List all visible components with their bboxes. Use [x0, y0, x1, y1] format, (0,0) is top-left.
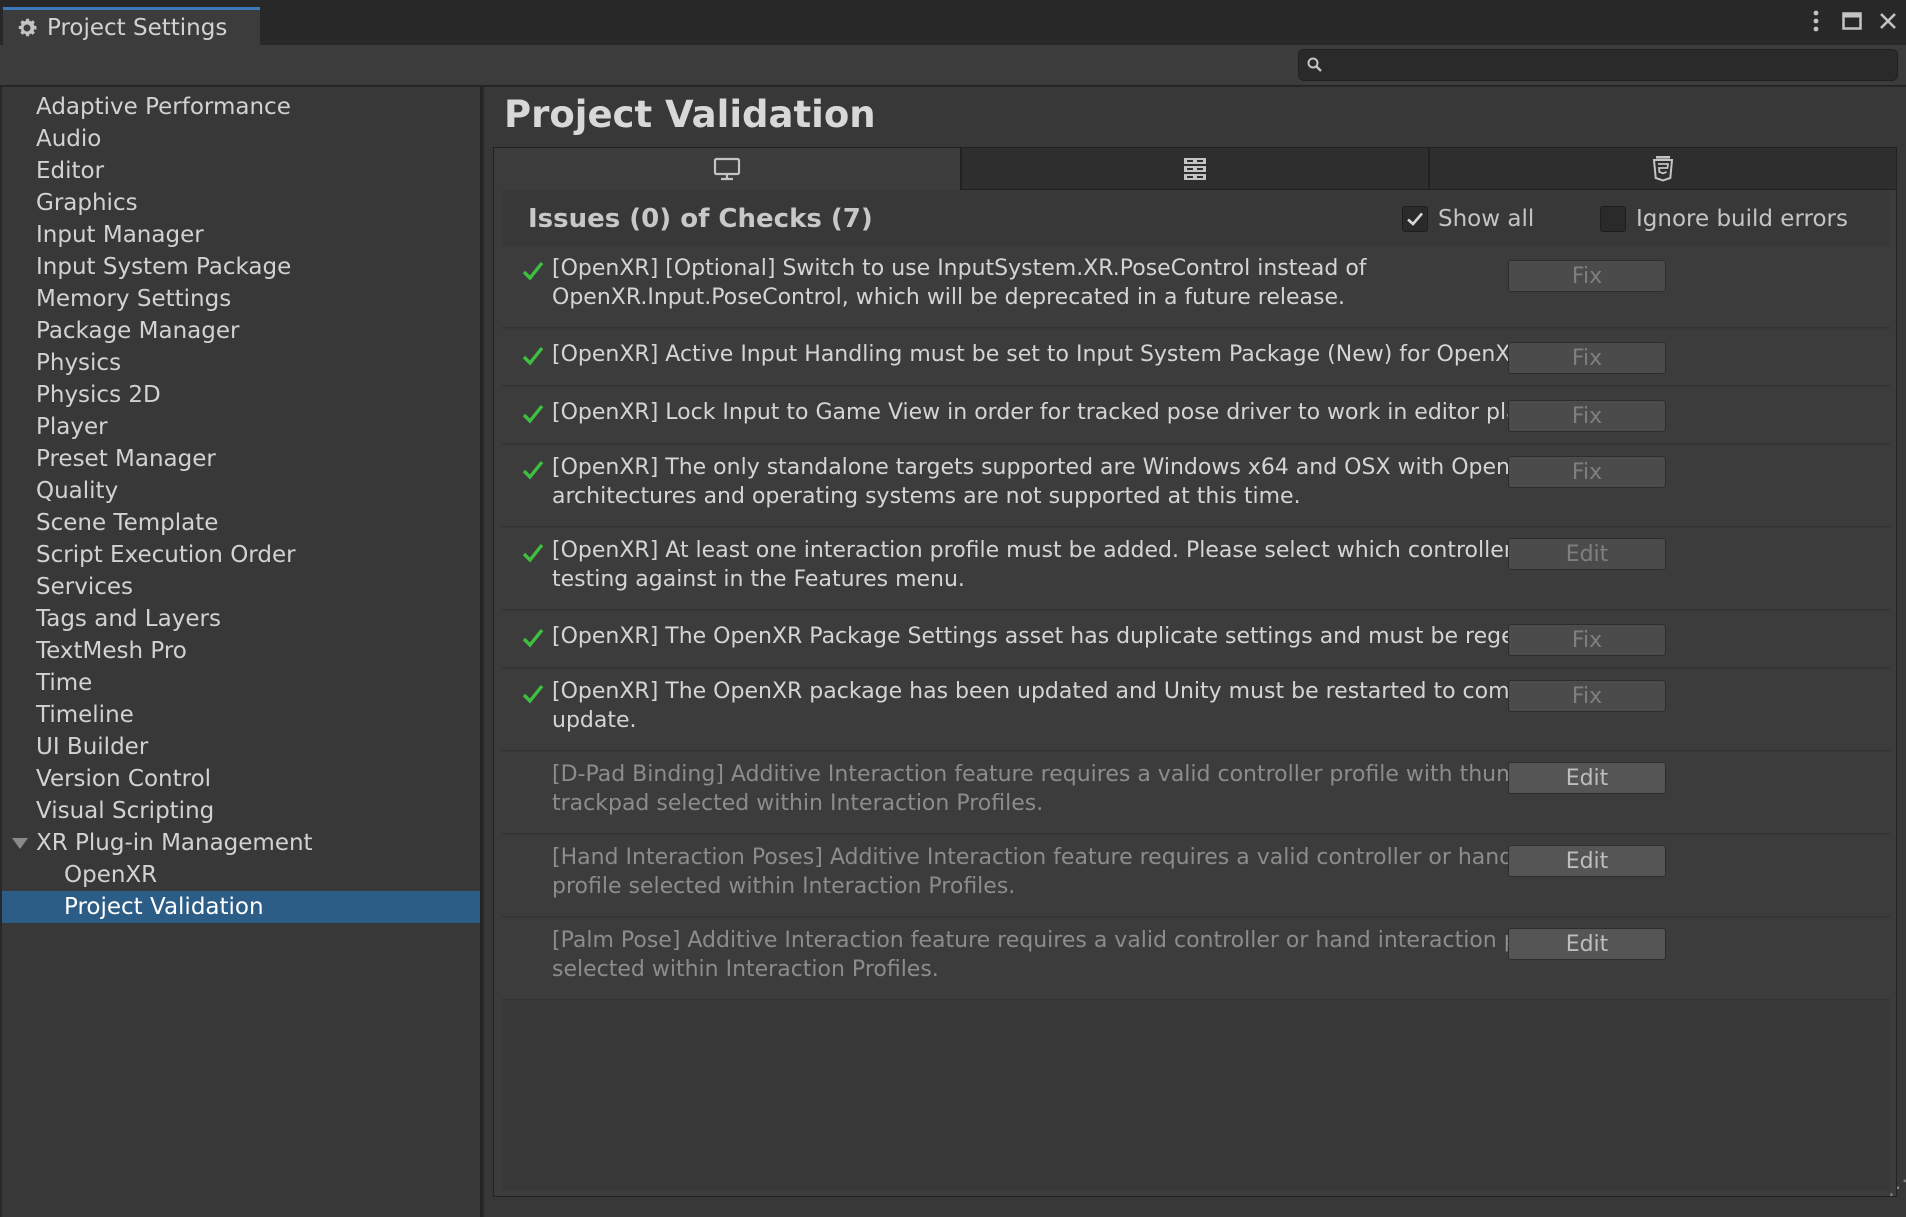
- fix-button[interactable]: Fix: [1508, 260, 1666, 292]
- check-passed-icon: [522, 628, 544, 648]
- sidebar-item-memory-settings[interactable]: Memory Settings: [2, 283, 480, 315]
- sidebar-item-tags-and-layers[interactable]: Tags and Layers: [2, 603, 480, 635]
- check-row: [OpenXR] Active Input Handling must be s…: [502, 329, 1890, 386]
- sidebar-item-physics-2d[interactable]: Physics 2D: [2, 379, 480, 411]
- main-panel: Project Validation Issues (0) of Checks …: [484, 87, 1906, 1217]
- monitor-icon: [713, 157, 741, 181]
- check-message: [OpenXR] The only standalone targets sup…: [552, 455, 1616, 509]
- check-message: [OpenXR] [Optional] Switch to use InputS…: [552, 256, 1367, 310]
- check-message: [OpenXR] The OpenXR package has been upd…: [552, 679, 1609, 733]
- show-all-checkbox[interactable]: [1402, 206, 1428, 232]
- page-title: Project Validation: [504, 93, 876, 136]
- maximize-icon[interactable]: [1840, 8, 1864, 34]
- check-row: [Hand Interaction Poses] Additive Intera…: [502, 835, 1890, 917]
- ignore-build-errors-toggle[interactable]: Ignore build errors: [1600, 206, 1848, 232]
- fix-button[interactable]: Fix: [1508, 624, 1666, 656]
- fix-button[interactable]: Fix: [1508, 456, 1666, 488]
- check-message: [OpenXR] At least one interaction profil…: [552, 538, 1650, 592]
- resize-grip-icon[interactable]: ⋰: [1888, 1175, 1906, 1215]
- toolbar: [0, 45, 1906, 86]
- tab-standalone[interactable]: [493, 147, 961, 190]
- settings-sidebar: Adaptive Performance Audio Editor Graphi…: [2, 87, 482, 1217]
- validation-panel: Issues (0) of Checks (7) Show all Ignore…: [493, 190, 1897, 1197]
- edit-button[interactable]: Edit: [1508, 762, 1666, 794]
- gear-icon: [18, 18, 37, 36]
- check-message: [OpenXR] Lock Input to Game View in orde…: [552, 400, 1602, 425]
- ignore-build-errors-checkbox[interactable]: [1600, 206, 1626, 232]
- sidebar-item-adaptive-performance[interactable]: Adaptive Performance: [2, 91, 480, 123]
- sidebar-item-preset-manager[interactable]: Preset Manager: [2, 443, 480, 475]
- check-message: [D-Pad Binding] Additive Interaction fea…: [552, 762, 1613, 816]
- checkmark-icon: [1407, 212, 1423, 226]
- summary-row: Issues (0) of Checks (7) Show all Ignore…: [502, 200, 1890, 240]
- tab-title: Project Settings: [47, 14, 228, 41]
- sidebar-item-physics[interactable]: Physics: [2, 347, 480, 379]
- fix-button[interactable]: Fix: [1508, 680, 1666, 712]
- check-message: [Hand Interaction Poses] Additive Intera…: [552, 845, 1640, 899]
- edit-button[interactable]: Edit: [1508, 845, 1666, 877]
- check-message: [OpenXR] Active Input Handling must be s…: [552, 342, 1532, 367]
- check-row: [OpenXR] The OpenXR package has been upd…: [502, 669, 1890, 751]
- sidebar-item-scene-template[interactable]: Scene Template: [2, 507, 480, 539]
- check-passed-icon: [522, 460, 544, 480]
- edit-button[interactable]: Edit: [1508, 928, 1666, 960]
- check-row: [OpenXR] At least one interaction profil…: [502, 528, 1890, 610]
- sidebar-item-time[interactable]: Time: [2, 667, 480, 699]
- ignore-build-errors-label: Ignore build errors: [1636, 206, 1848, 232]
- issues-summary: Issues (0) of Checks (7): [528, 204, 873, 234]
- tab-webgl[interactable]: [1429, 147, 1897, 190]
- fix-button[interactable]: Fix: [1508, 342, 1666, 374]
- close-icon[interactable]: [1876, 8, 1900, 34]
- sidebar-item-version-control[interactable]: Version Control: [2, 763, 480, 795]
- sidebar-item-textmesh-pro[interactable]: TextMesh Pro: [2, 635, 480, 667]
- check-row: [Palm Pose] Additive Interaction feature…: [502, 918, 1890, 1000]
- sidebar-item-xr-plugin-management[interactable]: XR Plug-in Management: [2, 827, 480, 859]
- sidebar-item-input-manager[interactable]: Input Manager: [2, 219, 480, 251]
- sidebar-item-project-validation[interactable]: Project Validation: [2, 891, 480, 923]
- search-input[interactable]: [1298, 49, 1898, 81]
- sidebar-item-services[interactable]: Services: [2, 571, 480, 603]
- more-options-icon[interactable]: [1804, 8, 1828, 34]
- check-row: [OpenXR] [Optional] Switch to use InputS…: [502, 246, 1890, 328]
- html5-icon: [1652, 155, 1674, 182]
- check-passed-icon: [522, 543, 544, 563]
- edit-button[interactable]: Edit: [1508, 538, 1666, 570]
- sidebar-item-package-manager[interactable]: Package Manager: [2, 315, 480, 347]
- sidebar-item-audio[interactable]: Audio: [2, 123, 480, 155]
- expand-caret-icon[interactable]: [12, 838, 28, 849]
- fix-button[interactable]: Fix: [1508, 400, 1666, 432]
- check-row: [D-Pad Binding] Additive Interaction fea…: [502, 752, 1890, 834]
- check-passed-icon: [522, 404, 544, 424]
- check-row: [OpenXR] Lock Input to Game View in orde…: [502, 387, 1890, 444]
- sidebar-item-graphics[interactable]: Graphics: [2, 187, 480, 219]
- platform-tabs: [493, 147, 1897, 190]
- server-icon: [1184, 157, 1206, 180]
- show-all-toggle[interactable]: Show all: [1402, 206, 1534, 232]
- sidebar-item-input-system-package[interactable]: Input System Package: [2, 251, 480, 283]
- check-passed-icon: [522, 346, 544, 366]
- show-all-label: Show all: [1438, 206, 1535, 232]
- check-row: [OpenXR] The only standalone targets sup…: [502, 445, 1890, 527]
- validation-list: Issues (0) of Checks (7) Show all Ignore…: [502, 190, 1890, 1190]
- sidebar-item-player[interactable]: Player: [2, 411, 480, 443]
- title-bar: Project Settings: [0, 0, 1906, 45]
- check-passed-icon: [522, 261, 544, 281]
- sidebar-item-script-execution-order[interactable]: Script Execution Order: [2, 539, 480, 571]
- window-controls: [1804, 8, 1900, 34]
- check-row: [OpenXR] The OpenXR Package Settings ass…: [502, 611, 1890, 668]
- sidebar-item-quality[interactable]: Quality: [2, 475, 480, 507]
- sidebar-item-editor[interactable]: Editor: [2, 155, 480, 187]
- check-message: [OpenXR] The OpenXR Package Settings ass…: [552, 624, 1608, 649]
- check-passed-icon: [522, 684, 544, 704]
- sidebar-item-label: XR Plug-in Management: [36, 830, 313, 856]
- tab-dedicated-server[interactable]: [961, 147, 1429, 190]
- sidebar-item-ui-builder[interactable]: UI Builder: [2, 731, 480, 763]
- sidebar-item-openxr[interactable]: OpenXR: [2, 859, 480, 891]
- project-settings-tab[interactable]: Project Settings: [3, 7, 260, 45]
- check-message: [Palm Pose] Additive Interaction feature…: [552, 928, 1574, 982]
- sidebar-item-timeline[interactable]: Timeline: [2, 699, 480, 731]
- sidebar-item-visual-scripting[interactable]: Visual Scripting: [2, 795, 480, 827]
- search-icon: [1307, 57, 1322, 72]
